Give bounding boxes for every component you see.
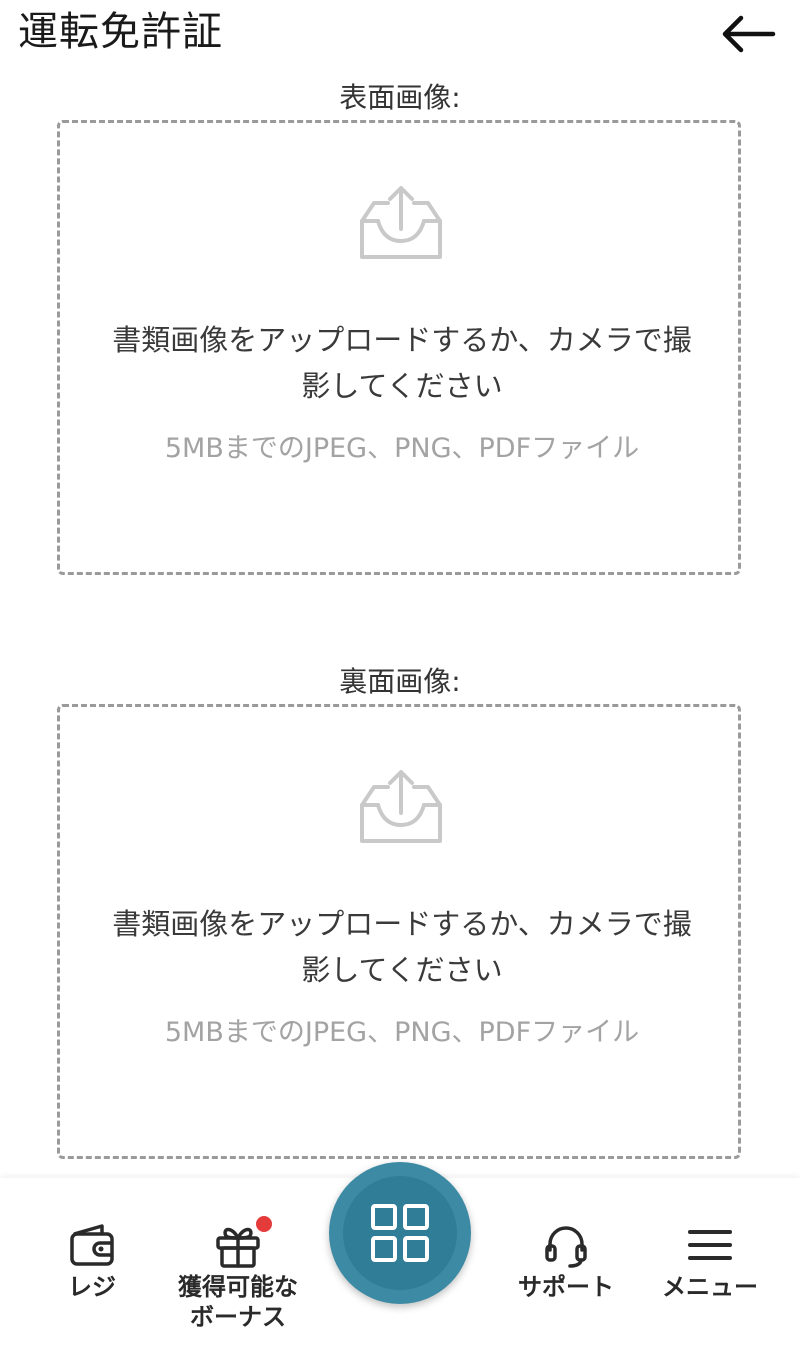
page: 運転免許証 表面画像: 書類画像をアップロードするか、カメラで撮影してください …	[0, 0, 800, 1356]
front-upload-file-limits: 5MBまでのJPEG、PNG、PDFファイル	[164, 433, 640, 464]
grid-icon	[371, 1204, 429, 1262]
back-button[interactable]	[712, 8, 784, 60]
gift-icon	[216, 1227, 260, 1268]
upload-tray-icon	[360, 186, 442, 259]
back-upload-file-limits: 5MBまでのJPEG、PNG、PDFファイル	[164, 1017, 640, 1048]
page-title: 運転免許証	[18, 9, 223, 55]
nav-label-support: サポート	[518, 1273, 614, 1301]
nav-item-cashier[interactable]: レジ	[22, 1222, 162, 1302]
hamburger-menu-icon	[688, 1230, 732, 1260]
nav-label-menu: メニュー	[662, 1273, 758, 1301]
arrow-left-icon	[722, 15, 776, 53]
nav-item-bonus[interactable]: 獲得可能なボーナス	[168, 1216, 308, 1332]
center-home-button[interactable]	[329, 1162, 471, 1304]
front-image-label: 表面画像:	[339, 81, 461, 114]
headset-icon	[545, 1226, 587, 1268]
header: 運転免許証	[0, 0, 800, 70]
nav-item-support[interactable]: サポート	[496, 1222, 636, 1302]
back-image-label: 裏面画像:	[339, 665, 461, 698]
wallet-icon	[70, 1224, 114, 1266]
notification-badge	[256, 1216, 272, 1232]
nav-label-cashier: レジ	[68, 1273, 116, 1301]
back-image-upload-area[interactable]: 書類画像をアップロードするか、カメラで撮影してください 5MBまでのJPEG、P…	[57, 704, 741, 1159]
center-button-inner	[343, 1176, 457, 1290]
front-image-upload-area[interactable]: 書類画像をアップロードするか、カメラで撮影してください 5MBまでのJPEG、P…	[57, 120, 741, 575]
nav-item-menu[interactable]: メニュー	[640, 1222, 780, 1302]
back-upload-instructions: 書類画像をアップロードするか、カメラで撮影してください	[112, 907, 692, 987]
nav-label-bonus: 獲得可能なボーナス	[178, 1273, 298, 1331]
front-upload-instructions: 書類画像をアップロードするか、カメラで撮影してください	[112, 323, 692, 403]
upload-tray-icon	[360, 770, 442, 843]
